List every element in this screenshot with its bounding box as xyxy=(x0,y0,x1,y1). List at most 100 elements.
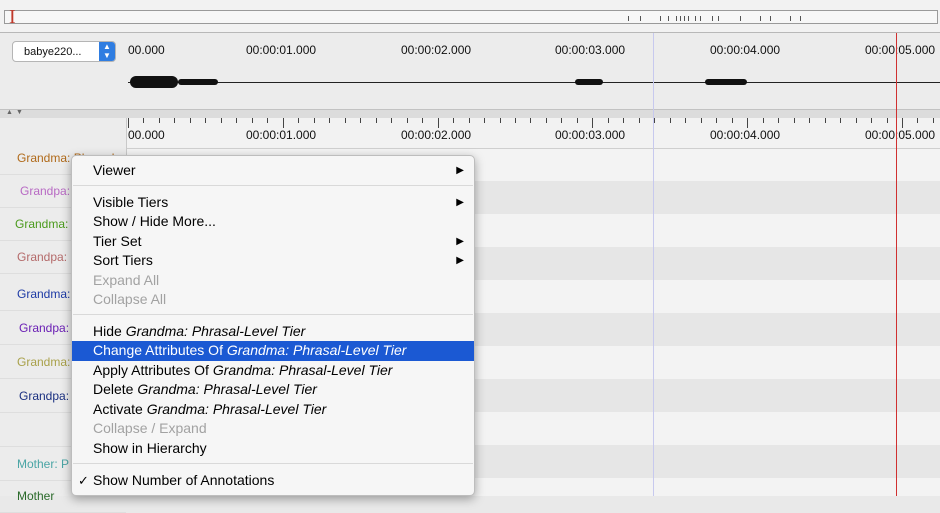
ruler-tick xyxy=(932,118,934,123)
selection-marker xyxy=(653,33,654,496)
ruler-tick xyxy=(886,118,888,123)
ruler-tick xyxy=(174,118,176,123)
overview-tick xyxy=(700,16,701,21)
ruler-tick xyxy=(282,118,284,128)
menu-item-show-in-hierarchy[interactable]: Show in Hierarchy xyxy=(72,439,474,459)
menu-item-sort-tiers[interactable]: Sort Tiers ▶ xyxy=(72,251,474,271)
menu-item-tier-name: Grandma: Phrasal-Level Tier xyxy=(226,342,407,358)
selection-cursor-icon: I xyxy=(9,6,16,28)
overview-track[interactable] xyxy=(4,10,938,24)
collapse-up-icon[interactable]: ▲ xyxy=(6,109,13,116)
menu-item-change-attributes[interactable]: Change Attributes Of Grandma: Phrasal-Le… xyxy=(72,341,474,361)
overview-tick xyxy=(790,16,791,21)
menu-item-apply-attributes[interactable]: Apply Attributes Of Grandma: Phrasal-Lev… xyxy=(72,361,474,381)
menu-item-activate-tier[interactable]: Activate Grandma: Phrasal-Level Tier xyxy=(72,400,474,420)
ruler-tick xyxy=(654,118,656,123)
overview-tick xyxy=(680,16,681,21)
menu-item-label: Tier Set xyxy=(93,232,142,249)
ruler-tick xyxy=(685,118,687,123)
ruler-label: 00.000 xyxy=(128,43,165,57)
submenu-arrow-icon: ▶ xyxy=(456,165,464,176)
ruler-tick xyxy=(762,118,764,123)
menu-item-collapse-all: Collapse All xyxy=(72,290,474,310)
tier-context-menu: Viewer ▶ Visible Tiers ▶ Show / Hide Mor… xyxy=(71,155,475,496)
menu-item-delete-tier[interactable]: Delete Grandma: Phrasal-Level Tier xyxy=(72,380,474,400)
menu-item-show-hide-more[interactable]: Show / Hide More... xyxy=(72,212,474,232)
menu-item-label: Expand All xyxy=(93,271,160,288)
ruler-tick xyxy=(453,118,455,123)
ruler-tick xyxy=(298,118,300,123)
timeline-ruler[interactable]: 00.000 00:00:01.000 00:00:02.000 00:00:0… xyxy=(127,118,940,149)
ruler-tick xyxy=(189,118,191,123)
overview-tick xyxy=(718,16,719,21)
overview-tick xyxy=(676,16,677,21)
waveform-burst xyxy=(705,79,747,85)
ruler-tick xyxy=(824,118,826,123)
ruler-tick xyxy=(545,118,547,123)
ruler-tick xyxy=(917,118,919,123)
menu-item-prefix: Activate xyxy=(93,400,143,417)
overview-tick xyxy=(712,16,713,21)
overview-tick xyxy=(800,16,801,21)
menu-item-viewer[interactable]: Viewer ▶ xyxy=(72,161,474,181)
ruler-tick xyxy=(607,118,609,123)
ruler-label: 00:00:03.000 xyxy=(555,128,626,142)
ruler-label: 00:00:01.000 xyxy=(246,128,317,142)
ruler-tick xyxy=(143,118,145,123)
ruler-label: 00:00:02.000 xyxy=(401,128,472,142)
menu-item-label: Collapse All xyxy=(93,291,167,307)
waveform-viewer[interactable]: babye220... ▲ ▼ 00.000 00:00:01.000 00:00… xyxy=(0,33,940,109)
ruler-label: 00:00:04.000 xyxy=(710,43,781,57)
media-file-select[interactable]: babye220... ▲ ▼ xyxy=(12,41,116,62)
ruler-label: 00:00:03.000 xyxy=(555,43,626,57)
overview-tick xyxy=(668,16,669,21)
menu-item-label: Show in Hierarchy xyxy=(93,439,207,456)
ruler-tick xyxy=(561,118,563,123)
ruler-tick xyxy=(855,118,857,123)
waveform-burst xyxy=(575,79,603,85)
menu-item-visible-tiers[interactable]: Visible Tiers ▶ xyxy=(72,193,474,213)
overview-ruler[interactable]: I xyxy=(0,0,940,33)
menu-item-label: Visible Tiers xyxy=(93,193,169,210)
ruler-tick xyxy=(344,118,346,123)
ruler-tick xyxy=(158,118,160,123)
ruler-tick xyxy=(329,118,331,123)
ruler-tick xyxy=(669,118,671,123)
menu-item-tier-name: Grandma: Phrasal-Level Tier xyxy=(212,361,393,378)
overview-tick xyxy=(628,16,629,21)
ruler-tick xyxy=(530,118,532,123)
menu-item-show-number-of-annotations[interactable]: ✓ Show Number of Annotations xyxy=(72,471,474,491)
ruler-tick xyxy=(638,118,640,123)
menu-item-hide-tier[interactable]: Hide Grandma: Phrasal-Level Tier xyxy=(72,322,474,342)
ruler-tick xyxy=(623,118,625,123)
ruler-tick xyxy=(716,118,718,123)
menu-item-label: Collapse / Expand xyxy=(93,420,207,436)
overview-tick xyxy=(688,16,689,21)
waveform-line xyxy=(128,82,940,83)
menu-item-expand-all: Expand All xyxy=(72,271,474,291)
ruler-tick xyxy=(468,118,470,123)
overview-tick xyxy=(684,16,685,21)
overview-tick xyxy=(660,16,661,21)
menu-item-tier-set[interactable]: Tier Set ▶ xyxy=(72,232,474,252)
ruler-tick xyxy=(360,118,362,123)
ruler-tick xyxy=(793,118,795,123)
ruler-tick xyxy=(840,118,842,123)
ruler-label: 00:00:02.000 xyxy=(401,43,472,57)
playhead-crosshair[interactable] xyxy=(896,33,897,496)
ruler-tick xyxy=(499,118,501,123)
menu-separator xyxy=(73,185,473,186)
menu-item-tier-name: Grandma: Phrasal-Level Tier xyxy=(125,322,306,339)
overview-tick xyxy=(770,16,771,21)
overview-tick xyxy=(760,16,761,21)
ruler-tick xyxy=(313,118,315,123)
collapse-down-icon[interactable]: ▼ xyxy=(16,109,23,116)
ruler-tick xyxy=(422,118,424,123)
menu-item-prefix: Change Attributes Of xyxy=(93,342,223,358)
ruler-tick xyxy=(700,118,702,123)
ruler-tick xyxy=(484,118,486,123)
ruler-tick xyxy=(220,118,222,123)
submenu-arrow-icon: ▶ xyxy=(456,255,464,266)
media-file-selected: babye220... xyxy=(24,46,82,58)
ruler-tick xyxy=(267,118,269,123)
